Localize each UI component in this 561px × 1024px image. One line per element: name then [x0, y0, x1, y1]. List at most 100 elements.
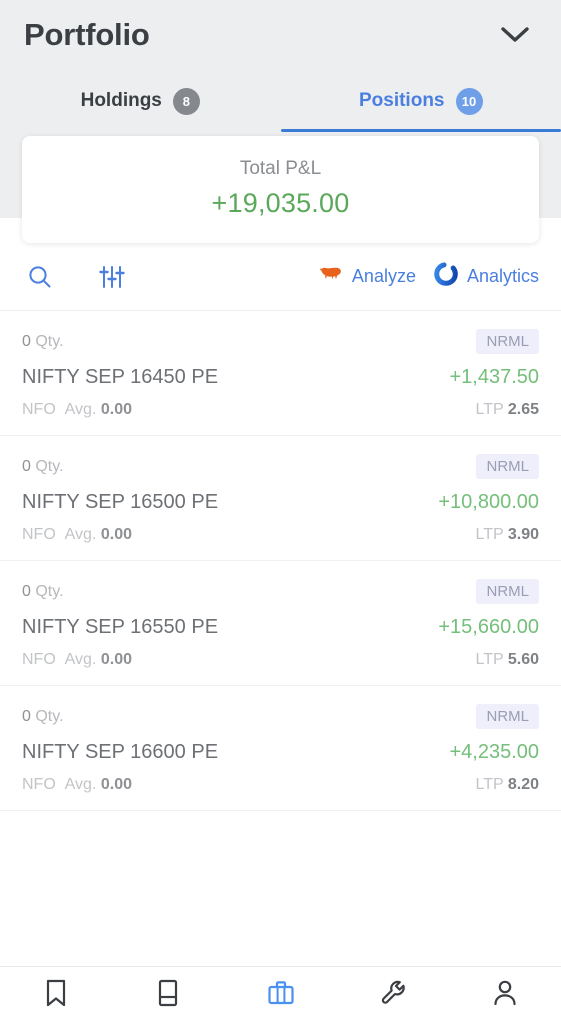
- tab-positions-label: Positions: [358, 90, 445, 111]
- ltp-label: LTP: [475, 651, 504, 668]
- position-pnl: +1,437.50: [449, 366, 539, 388]
- position-pnl: +10,800.00: [438, 491, 539, 513]
- position-row-bottom: NFO Avg. 0.00 LTP 3.90: [22, 526, 539, 544]
- position-ltp: LTP 3.90: [476, 526, 539, 544]
- position-qty-value: 0: [22, 707, 31, 725]
- positions-toolbar: Analyze Analytics: [0, 243, 561, 311]
- avg-value: 0.00: [100, 776, 132, 793]
- position-meta: NFO Avg. 0.00: [22, 651, 132, 669]
- portfolio-tabs: Holdings 8 Positions 10: [0, 70, 561, 132]
- analytics-button[interactable]: Analytics: [434, 262, 539, 291]
- position-pnl: +4,235.00: [449, 741, 539, 763]
- instrument-name: NIFTY SEP 16600 PE: [22, 741, 219, 763]
- total-pnl-card[interactable]: Total P&L +19,035.00: [22, 136, 539, 243]
- ltp-label: LTP: [475, 401, 504, 418]
- ring-icon: [434, 262, 458, 291]
- page-title: Portfolio: [24, 17, 150, 52]
- position-meta: NFO Avg. 0.00: [22, 776, 132, 794]
- position-row-middle: NIFTY SEP 16450 PE +1,437.50: [22, 366, 539, 389]
- position-row[interactable]: 0 Qty. NRML NIFTY SEP 16450 PE +1,437.50…: [0, 311, 561, 436]
- exchange-label: NFO: [22, 401, 56, 418]
- ltp-value: 2.65: [507, 401, 539, 418]
- nav-item-profile[interactable]: [449, 967, 561, 1024]
- search-icon[interactable]: [22, 259, 58, 295]
- briefcase-icon: [266, 978, 296, 1013]
- position-row-top: 0 Qty. NRML: [22, 704, 539, 729]
- total-pnl-value: +19,035.00: [211, 188, 350, 218]
- position-qty-value: 0: [22, 582, 31, 600]
- avg-value: 0.00: [100, 526, 132, 543]
- position-qty-value: 0: [22, 457, 31, 475]
- position-row-bottom: NFO Avg. 0.00 LTP 2.65: [22, 401, 539, 419]
- avg-value: 0.00: [100, 651, 132, 668]
- nav-item-watchlist[interactable]: [0, 967, 112, 1024]
- instrument-name: NIFTY SEP 16550 PE: [22, 616, 219, 638]
- exchange-label: NFO: [22, 776, 56, 793]
- position-qty-label: Qty.: [35, 582, 64, 600]
- product-badge: NRML: [476, 454, 539, 479]
- toolbar-links: Analyze Analytics: [319, 262, 539, 291]
- tab-holdings-label: Holdings: [80, 90, 162, 111]
- bookmark-icon: [43, 978, 69, 1013]
- position-row-top: 0 Qty. NRML: [22, 454, 539, 479]
- position-ltp: LTP 2.65: [476, 401, 539, 419]
- position-row-top: 0 Qty. NRML: [22, 579, 539, 604]
- position-row[interactable]: 0 Qty. NRML NIFTY SEP 16600 PE +4,235.00…: [0, 686, 561, 811]
- product-badge: NRML: [476, 704, 539, 729]
- position-row-bottom: NFO Avg. 0.00 LTP 8.20: [22, 776, 539, 794]
- book-icon: [155, 978, 181, 1013]
- avg-label: Avg.: [64, 776, 97, 793]
- avg-label: Avg.: [64, 651, 97, 668]
- analyze-label: Analyze: [351, 266, 416, 286]
- chevron-down-icon[interactable]: [493, 13, 537, 57]
- exchange-label: NFO: [22, 651, 56, 668]
- position-qty-value: 0: [22, 332, 31, 350]
- analytics-label: Analytics: [466, 266, 539, 286]
- position-qty: 0 Qty.: [22, 583, 64, 601]
- sliders-filter-icon[interactable]: [94, 259, 130, 295]
- avg-label: Avg.: [64, 401, 97, 418]
- portfolio-screen: Portfolio Holdings 8 Positions 10 Total …: [0, 0, 561, 1024]
- product-badge: NRML: [476, 329, 539, 354]
- position-row[interactable]: 0 Qty. NRML NIFTY SEP 16550 PE +15,660.0…: [0, 561, 561, 686]
- instrument-name: NIFTY SEP 16500 PE: [22, 491, 219, 513]
- title-bar: Portfolio: [0, 0, 561, 70]
- tab-positions[interactable]: Positions 10: [280, 70, 561, 132]
- instrument-name: NIFTY SEP 16450 PE: [22, 366, 219, 388]
- position-qty-label: Qty.: [35, 332, 64, 350]
- position-row-middle: NIFTY SEP 16600 PE +4,235.00: [22, 741, 539, 764]
- nav-item-tools[interactable]: [337, 967, 449, 1024]
- wrench-icon: [379, 978, 407, 1013]
- avg-label: Avg.: [64, 526, 97, 543]
- position-meta: NFO Avg. 0.00: [22, 401, 132, 419]
- analyze-button[interactable]: Analyze: [319, 264, 416, 289]
- tab-holdings[interactable]: Holdings 8: [0, 70, 281, 132]
- position-pnl: +15,660.00: [438, 616, 539, 638]
- position-row-middle: NIFTY SEP 16500 PE +10,800.00: [22, 491, 539, 514]
- positions-list: 0 Qty. NRML NIFTY SEP 16450 PE +1,437.50…: [0, 311, 561, 966]
- bottom-navigation: [0, 966, 561, 1024]
- position-ltp: LTP 8.20: [476, 776, 539, 794]
- position-qty-label: Qty.: [35, 707, 64, 725]
- position-row-top: 0 Qty. NRML: [22, 329, 539, 354]
- ltp-label: LTP: [475, 776, 504, 793]
- position-row[interactable]: 0 Qty. NRML NIFTY SEP 16500 PE +10,800.0…: [0, 436, 561, 561]
- position-row-middle: NIFTY SEP 16550 PE +15,660.00: [22, 616, 539, 639]
- position-ltp: LTP 5.60: [476, 651, 539, 669]
- position-row-bottom: NFO Avg. 0.00 LTP 5.60: [22, 651, 539, 669]
- exchange-label: NFO: [22, 526, 56, 543]
- position-qty: 0 Qty.: [22, 708, 64, 726]
- pnl-card-wrapper: Total P&L +19,035.00: [0, 136, 561, 243]
- total-pnl-label: Total P&L: [239, 158, 322, 179]
- nav-item-portfolio[interactable]: [224, 967, 336, 1024]
- nav-item-orders[interactable]: [112, 967, 224, 1024]
- position-qty-label: Qty.: [35, 457, 64, 475]
- ltp-value: 3.90: [507, 526, 539, 543]
- ltp-value: 5.60: [507, 651, 539, 668]
- avg-value: 0.00: [100, 401, 132, 418]
- position-qty: 0 Qty.: [22, 333, 64, 351]
- position-qty: 0 Qty.: [22, 458, 64, 476]
- product-badge: NRML: [476, 579, 539, 604]
- tab-positions-badge: 10: [455, 87, 483, 115]
- ltp-value: 8.20: [507, 776, 539, 793]
